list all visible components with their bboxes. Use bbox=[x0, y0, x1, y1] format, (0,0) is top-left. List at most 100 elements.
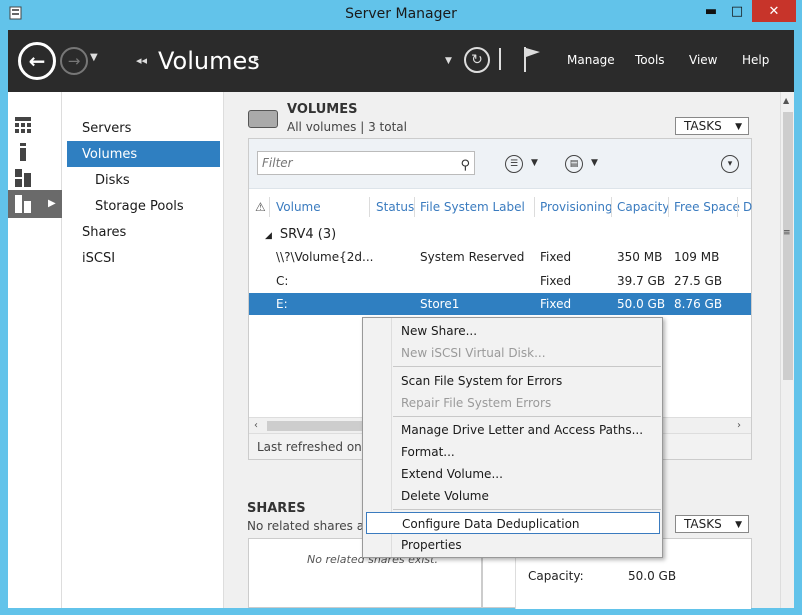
cell-capacity: 39.7 GB bbox=[617, 274, 666, 288]
column-d[interactable]: D bbox=[743, 196, 752, 218]
expand-arrow-icon[interactable]: ▶ bbox=[48, 198, 56, 209]
collapse-chevron-icon[interactable]: ▾ bbox=[721, 155, 739, 173]
cell-volume: C: bbox=[276, 274, 289, 288]
cell-provisioning: Fixed bbox=[540, 274, 572, 288]
cell-label: System Reserved bbox=[420, 250, 525, 264]
table-row[interactable]: C: Fixed 39.7 GB 27.5 GB bbox=[249, 269, 751, 293]
vertical-scroll-thumb[interactable] bbox=[783, 112, 793, 380]
column-status[interactable]: Status bbox=[376, 196, 414, 218]
context-menu: New Share... New iSCSI Virtual Disk... S… bbox=[362, 317, 663, 558]
column-separator bbox=[611, 197, 612, 217]
cell-free-space: 27.5 GB bbox=[674, 274, 723, 288]
breadcrumb-arrows-icon[interactable]: ◂◂ bbox=[136, 54, 147, 67]
cell-provisioning: Fixed bbox=[540, 297, 572, 311]
scroll-grip-icon: ≡ bbox=[783, 228, 791, 238]
column-free-space[interactable]: Free Space bbox=[674, 196, 740, 218]
menu-separator bbox=[393, 366, 661, 367]
column-file-system-label[interactable]: File System Label bbox=[420, 196, 525, 218]
menu-item-scan-file-system[interactable]: Scan File System for Errors bbox=[363, 370, 662, 392]
filter-input[interactable]: Filter ⚲ bbox=[257, 151, 475, 175]
search-icon[interactable]: ⚲ bbox=[460, 155, 470, 177]
column-provisioning[interactable]: Provisioning bbox=[540, 196, 613, 218]
scroll-up-icon[interactable]: ▲ bbox=[783, 96, 789, 105]
sidebar: Servers Volumes Disks Storage Pools Shar… bbox=[62, 92, 224, 608]
menu-help[interactable]: Help bbox=[742, 53, 769, 67]
all-servers-icon[interactable] bbox=[14, 169, 32, 187]
toolbar-dropdown-icon[interactable]: ▼ bbox=[445, 56, 452, 66]
menu-item-manage-drive-letter[interactable]: Manage Drive Letter and Access Paths... bbox=[363, 419, 662, 441]
warning-column-icon[interactable]: ⚠ bbox=[255, 196, 266, 218]
dashboard-icon[interactable] bbox=[14, 116, 32, 134]
collapse-triangle-icon[interactable]: ◢ bbox=[265, 231, 272, 241]
cell-free-space: 109 MB bbox=[674, 250, 720, 264]
toolbar: ← → ▼ ◂◂ Volumes ▸ ▼ ↻ Manage Tools View… bbox=[8, 30, 794, 92]
page-title: Volumes bbox=[158, 47, 260, 75]
capacity-value: 50.0 GB bbox=[628, 569, 677, 583]
column-volume[interactable]: Volume bbox=[276, 196, 321, 218]
sidebar-item-iscsi[interactable]: iSCSI bbox=[82, 246, 115, 272]
column-separator bbox=[534, 197, 535, 217]
back-button[interactable]: ← bbox=[18, 42, 56, 80]
column-capacity[interactable]: Capacity bbox=[617, 196, 669, 218]
menu-tools[interactable]: Tools bbox=[635, 53, 665, 67]
cell-capacity: 50.0 GB bbox=[617, 297, 666, 311]
menu-item-new-iscsi-virtual-disk: New iSCSI Virtual Disk... bbox=[401, 346, 546, 360]
chevron-down-icon: ▼ bbox=[735, 520, 742, 530]
save-query-icon[interactable]: ▤ bbox=[565, 155, 583, 173]
menu-item-configure-data-deduplication[interactable]: Configure Data Deduplication bbox=[366, 512, 660, 534]
shares-subtitle: No related shares are bbox=[247, 519, 377, 533]
breadcrumb-chevron-icon[interactable]: ▸ bbox=[254, 54, 259, 65]
save-query-dropdown-icon[interactable]: ▼ bbox=[591, 158, 598, 168]
volumes-title: VOLUMES bbox=[287, 102, 358, 117]
column-separator bbox=[269, 197, 270, 217]
menu-item-delete-volume[interactable]: Delete Volume bbox=[363, 485, 662, 507]
server-group-header[interactable]: ◢ SRV4 (3) bbox=[265, 227, 336, 242]
filter-bar: Filter ⚲ ☰ ▼ ▤ ▼ ▾ bbox=[249, 139, 751, 189]
window-title: Server Manager bbox=[345, 6, 457, 22]
cell-provisioning: Fixed bbox=[540, 250, 572, 264]
filter-placeholder: Filter bbox=[262, 156, 293, 170]
notifications-flag-icon[interactable] bbox=[521, 45, 543, 73]
menu-item-format[interactable]: Format... bbox=[363, 441, 662, 463]
table-row-selected[interactable]: E: Store1 Fixed 50.0 GB 8.76 GB bbox=[249, 293, 751, 315]
chevron-down-icon: ▼ bbox=[735, 122, 742, 132]
menu-view[interactable]: View bbox=[689, 53, 717, 67]
sidebar-item-volumes[interactable]: Volumes bbox=[82, 142, 137, 168]
shares-title: SHARES bbox=[247, 501, 306, 516]
column-separator bbox=[737, 197, 738, 217]
volumes-tasks-button[interactable]: TASKS ▼ bbox=[675, 117, 749, 135]
history-dropdown-icon[interactable]: ▼ bbox=[90, 52, 98, 63]
scroll-right-icon[interactable]: › bbox=[737, 418, 741, 434]
forward-button[interactable]: → bbox=[60, 47, 88, 75]
table-row[interactable]: \\?\Volume{2d... System Reserved Fixed 3… bbox=[249, 245, 751, 269]
menu-item-extend-volume[interactable]: Extend Volume... bbox=[363, 463, 662, 485]
volume-disk-icon bbox=[248, 110, 278, 128]
refresh-icon[interactable]: ↻ bbox=[464, 47, 490, 73]
tasks-label: TASKS bbox=[684, 517, 722, 531]
cell-free-space: 8.76 GB bbox=[674, 297, 723, 311]
list-options-icon[interactable]: ☰ bbox=[505, 155, 523, 173]
volumes-subtitle: All volumes | 3 total bbox=[287, 120, 407, 134]
sidebar-item-storage-pools[interactable]: Storage Pools bbox=[95, 194, 184, 220]
list-options-dropdown-icon[interactable]: ▼ bbox=[531, 158, 538, 168]
sidebar-item-servers[interactable]: Servers bbox=[82, 116, 131, 142]
menu-separator bbox=[393, 416, 661, 417]
menu-item-new-share[interactable]: New Share... bbox=[363, 320, 662, 342]
vertical-scrollbar[interactable]: ▲ ≡ bbox=[780, 92, 794, 608]
minimize-button[interactable]: ▬ bbox=[698, 0, 724, 22]
forward-arrow-icon: → bbox=[67, 52, 81, 70]
file-storage-icon[interactable] bbox=[14, 195, 32, 213]
sidebar-item-disks[interactable]: Disks bbox=[95, 168, 130, 194]
menu-manage[interactable]: Manage bbox=[567, 53, 615, 67]
local-server-icon[interactable] bbox=[14, 143, 32, 161]
menu-item-properties[interactable]: Properties bbox=[363, 534, 662, 556]
maximize-button[interactable]: □ bbox=[724, 0, 750, 22]
shares-tasks-button[interactable]: TASKS ▼ bbox=[675, 515, 749, 533]
scroll-left-icon[interactable]: ‹ bbox=[254, 418, 258, 434]
close-button[interactable]: ✕ bbox=[752, 0, 796, 22]
cell-capacity: 350 MB bbox=[617, 250, 663, 264]
column-separator bbox=[668, 197, 669, 217]
group-label: SRV4 (3) bbox=[279, 227, 337, 242]
toolbar-separator bbox=[499, 48, 501, 70]
sidebar-item-shares[interactable]: Shares bbox=[82, 220, 126, 246]
